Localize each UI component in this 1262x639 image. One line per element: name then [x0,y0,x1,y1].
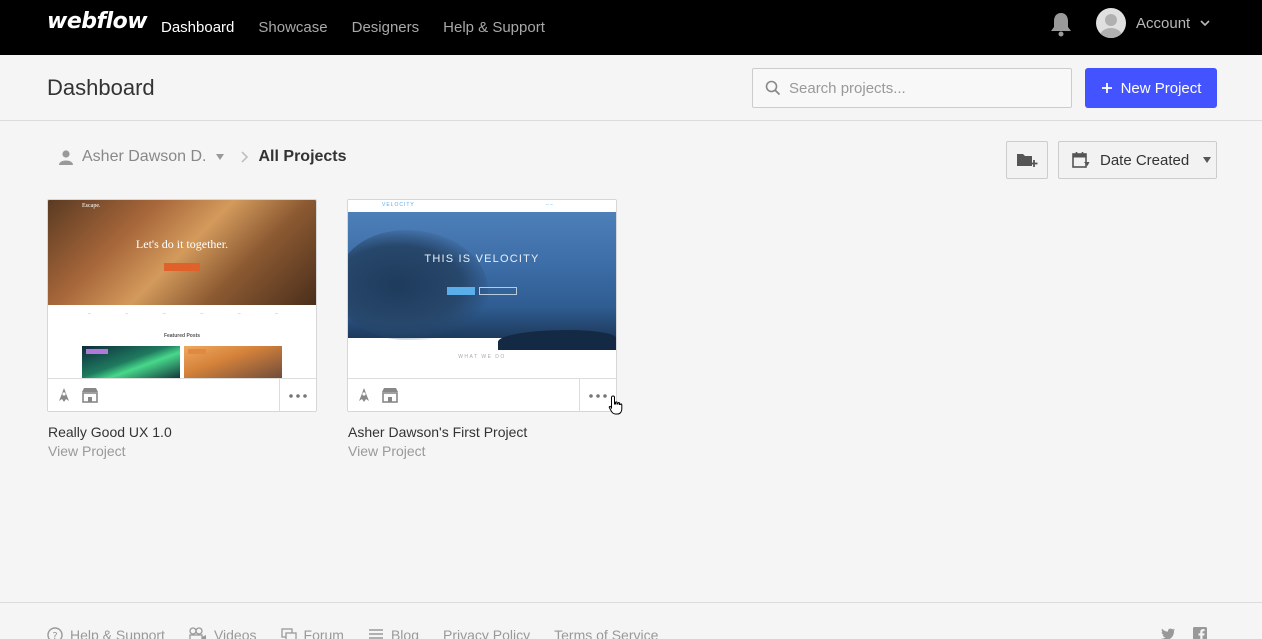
top-navigation: webflow Dashboard Showcase Designers Hel… [0,0,1262,55]
thumbnail-ground-shape [498,330,616,350]
user-silhouette-icon [1100,14,1122,38]
thumbnail-section-title: Featured Posts [163,333,201,339]
project-options-button[interactable] [279,379,316,411]
sort-dropdown[interactable]: Date Created [1058,141,1217,179]
project-name[interactable]: Really Good UX 1.0 [48,424,172,440]
add-folder-icon [1017,154,1038,167]
page-title: Dashboard [47,75,155,100]
view-project-link[interactable]: View Project [48,443,126,459]
publish-rocket-icon[interactable] [356,387,372,403]
breadcrumb-user: Asher Dawson D. [82,148,207,165]
search-input[interactable] [789,79,1059,97]
view-project-link[interactable]: View Project [348,443,426,459]
footer-link-help-support[interactable]: ? Help & Support [47,627,165,639]
calendar-sort-icon [1072,152,1090,168]
nav-links: Dashboard Showcase Designers Help & Supp… [161,0,545,55]
footer-link-videos[interactable]: Videos [189,627,257,639]
new-folder-button[interactable] [1006,141,1048,179]
nav-link-showcase[interactable]: Showcase [258,19,327,36]
nav-link-designers[interactable]: Designers [352,19,420,36]
new-project-button[interactable]: New Project [1085,68,1217,108]
thumbnail-brand: VELOCITY [382,202,415,208]
caret-down-icon [1203,157,1212,163]
project-name[interactable]: Asher Dawson's First Project [348,424,527,440]
user-icon [59,150,73,165]
caret-down-icon [215,154,224,160]
thumbnail-headline: THIS IS VELOCITY [424,253,540,265]
video-camera-icon [189,627,206,639]
thumbnail-section-title: WHAT WE DO [458,354,506,360]
thumbnail-headline: Let's do it together. [135,237,229,251]
ecommerce-store-icon[interactable] [81,387,99,403]
search-box[interactable] [752,68,1072,108]
footer-links: ? Help & Support Videos Forum Blog Priva… [47,627,658,639]
facebook-icon[interactable] [1193,627,1207,639]
thumbnail-tag [188,349,206,354]
thumbnail-button [447,287,475,295]
project-thumbnail[interactable]: Escape. Let's do it together. ─ ─ ─ ─ ─ ─ Fea… [48,200,316,378]
webflow-logo[interactable]: webflow [47,9,148,34]
breadcrumb: Asher Dawson D. All Projects [58,148,347,166]
ecommerce-store-icon[interactable] [381,387,399,403]
publish-rocket-icon[interactable] [56,387,72,403]
footer-link-blog[interactable]: Blog [368,627,419,639]
thumbnail-nav: ─ ─ [546,202,553,207]
sort-label: Date Created [1100,151,1190,169]
thumbnail-tree-shape [348,230,488,340]
thumbnail-nav: ─ ─ ─ ─ ─ ─ [88,311,278,316]
project-card-really-good-ux[interactable]: Escape. Let's do it together. ─ ─ ─ ─ ─ ─ Fea… [47,199,317,412]
project-card-toolbar [348,378,616,411]
account-menu[interactable]: Account [1096,8,1210,38]
footer-link-privacy-policy[interactable]: Privacy Policy [443,627,530,639]
more-dots-icon [289,393,307,398]
thumbnail-hero [348,212,616,350]
project-card-toolbar [48,378,316,411]
help-circle-icon: ? [47,627,63,639]
thumbnail-brand: Escape. [82,203,101,209]
footer-link-forum[interactable]: Forum [280,627,344,639]
twitter-icon[interactable] [1160,627,1176,639]
avatar [1096,8,1126,38]
hand-pointer-cursor-icon [608,395,623,415]
search-icon [765,80,781,96]
new-project-label: New Project [1120,79,1202,97]
chevron-right-icon [240,151,248,163]
nav-link-help-support[interactable]: Help & Support [443,19,545,36]
thumbnail-hero [48,200,316,305]
project-card-first-project[interactable]: VELOCITY ─ ─ THIS IS VELOCITY WHAT WE DO [347,199,617,412]
more-dots-icon [589,393,607,398]
footer-social [1160,627,1207,639]
workspace-user-selector[interactable]: Asher Dawson D. [58,148,225,166]
thumbnail-tag [86,349,108,354]
account-label: Account [1136,14,1191,32]
chat-bubbles-icon [280,628,297,639]
dashboard-header: Dashboard New Project [0,55,1262,121]
nav-link-dashboard[interactable]: Dashboard [161,19,234,36]
thumbnail-button [479,287,517,295]
plus-icon [1101,83,1112,93]
project-thumbnail[interactable]: VELOCITY ─ ─ THIS IS VELOCITY WHAT WE DO [348,200,616,378]
breadcrumb-current: All Projects [258,148,347,165]
thumbnail-button [164,263,200,271]
list-lines-icon [368,629,383,639]
chevron-down-icon [1200,20,1210,27]
svg-text:?: ? [52,631,57,639]
notifications-bell-icon[interactable] [1049,11,1073,37]
footer: ? Help & Support Videos Forum Blog Priva… [0,602,1262,639]
footer-link-terms-of-service[interactable]: Terms of Service [554,627,658,639]
